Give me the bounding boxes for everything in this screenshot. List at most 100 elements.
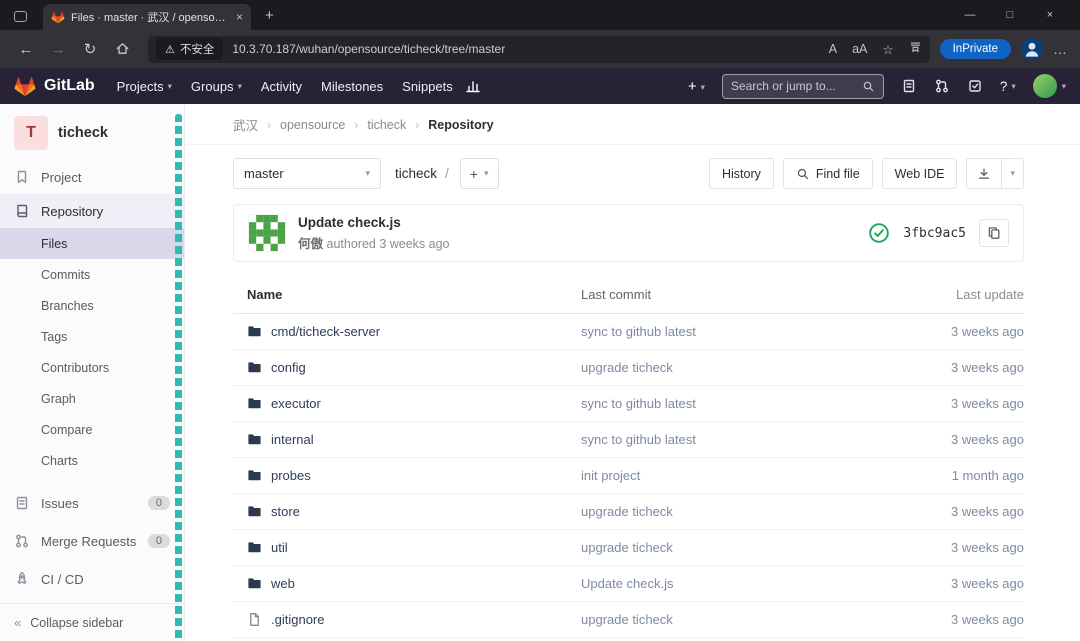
file-name-link[interactable]: cmd/ticheck-server	[271, 324, 380, 339]
commit-author-link[interactable]: 何傲	[298, 237, 323, 251]
add-favorite-icon[interactable]: ☆	[882, 42, 893, 57]
breadcrumb-item[interactable]: 武汉	[233, 115, 258, 134]
sidebar-item-project[interactable]: Project	[0, 160, 184, 194]
file-name-link[interactable]: probes	[271, 468, 311, 483]
file-name-link[interactable]: util	[271, 540, 288, 555]
sidebar-subitem-compare[interactable]: Compare	[0, 414, 184, 445]
file-name-link[interactable]: store	[271, 504, 300, 519]
browser-titlebar: Files · master · 武汉 / opensourc... × + —…	[0, 0, 1080, 30]
sidebar-item-merge-requests[interactable]: Merge Requests 0	[0, 522, 184, 560]
last-update-cell: 3 weeks ago	[874, 422, 1024, 458]
commit-message-link[interactable]: sync to github latest	[581, 324, 696, 339]
repository-subnav: FilesCommitsBranchesTagsContributorsGrap…	[0, 228, 184, 476]
sidebar-subitem-charts[interactable]: Charts	[0, 445, 184, 476]
commit-message-link[interactable]: sync to github latest	[581, 432, 696, 447]
chart-nav-icon[interactable]	[465, 78, 481, 94]
rocket-icon	[14, 571, 30, 587]
home-button[interactable]	[106, 41, 138, 58]
commit-sha[interactable]: 3fbc9ac5	[903, 226, 966, 241]
translate-icon[interactable]: aA	[852, 42, 867, 56]
sidebar-scrollbar[interactable]	[175, 114, 182, 641]
sidebar-subitem-commits[interactable]: Commits	[0, 259, 184, 290]
tab-close-icon[interactable]: ×	[236, 10, 243, 24]
nav-link[interactable]: Groups▾	[191, 79, 242, 94]
search-input[interactable]	[731, 79, 856, 93]
file-name-link[interactable]: .gitignore	[271, 612, 324, 627]
project-header[interactable]: T ticheck	[0, 104, 184, 160]
history-button[interactable]: History	[709, 158, 774, 189]
minimize-button[interactable]: —	[950, 9, 990, 21]
last-update-text: 3 weeks ago	[951, 432, 1024, 447]
collapse-sidebar-button[interactable]: « Collapse sidebar	[0, 603, 184, 641]
folder-icon	[247, 324, 262, 339]
commit-message-link[interactable]: upgrade ticheck	[581, 504, 673, 519]
address-bar[interactable]: ⚠ 不安全 10.3.70.187/wuhan/opensource/tiche…	[148, 36, 930, 63]
todos-nav-icon[interactable]	[967, 78, 983, 94]
breadcrumb-item[interactable]: ticheck	[367, 118, 406, 132]
file-name-link[interactable]: internal	[271, 432, 314, 447]
close-button[interactable]: ×	[1030, 9, 1070, 21]
file-name-link[interactable]: config	[271, 360, 306, 375]
forward-button[interactable]: →	[42, 41, 74, 58]
sidebar-item-repository[interactable]: Repository	[0, 194, 184, 228]
collections-icon[interactable]	[909, 41, 922, 57]
gitlab-brand[interactable]: GitLab	[44, 77, 95, 95]
sidebar-item-issues[interactable]: Issues 0	[0, 484, 184, 522]
sidebar-subitem-branches[interactable]: Branches	[0, 290, 184, 321]
new-menu-button[interactable]: + ▾	[688, 78, 705, 95]
add-file-button[interactable]: + ▾	[460, 158, 499, 189]
merge-requests-nav-icon[interactable]	[934, 78, 950, 94]
commit-message-link[interactable]: sync to github latest	[581, 396, 696, 411]
book-icon	[14, 203, 30, 219]
pipeline-status-icon[interactable]	[868, 222, 890, 244]
file-name-cell: cmd/ticheck-server	[233, 314, 581, 350]
browser-tab[interactable]: Files · master · 武汉 / opensourc... ×	[43, 4, 251, 30]
nav-link[interactable]: Snippets	[402, 79, 453, 94]
refresh-button[interactable]: ↻	[74, 40, 106, 58]
commit-message-link[interactable]: Update check.js	[581, 576, 674, 591]
branch-selector[interactable]: master ▾	[233, 158, 381, 189]
browser-profile-avatar[interactable]	[1021, 38, 1043, 60]
folder-icon	[247, 432, 262, 447]
commit-message-link[interactable]: init project	[581, 468, 640, 483]
inprivate-badge[interactable]: InPrivate	[940, 39, 1011, 59]
breadcrumb-item[interactable]: opensource	[280, 118, 345, 132]
back-button[interactable]: ←	[10, 41, 42, 58]
sidebar-nav: Project Repository FilesCommitsBranchesT…	[0, 160, 184, 598]
file-name-link[interactable]: executor	[271, 396, 321, 411]
sidebar-subitem-contributors[interactable]: Contributors	[0, 352, 184, 383]
repo-path: ticheck /	[395, 166, 449, 181]
security-chip[interactable]: ⚠ 不安全	[156, 38, 223, 60]
web-ide-button[interactable]: Web IDE	[882, 158, 958, 189]
commit-message-link[interactable]: upgrade ticheck	[581, 612, 673, 627]
commit-title-link[interactable]: Update check.js	[298, 215, 450, 230]
download-options-button[interactable]: ▾	[1002, 158, 1024, 189]
find-file-button[interactable]: Find file	[783, 158, 873, 189]
path-project[interactable]: ticheck	[395, 166, 437, 181]
sidebar-subitem-tags[interactable]: Tags	[0, 321, 184, 352]
commit-message-link[interactable]: upgrade ticheck	[581, 540, 673, 555]
commit-author-avatar[interactable]	[248, 214, 286, 252]
nav-link[interactable]: Activity	[261, 79, 302, 94]
file-name-cell: probes	[233, 458, 581, 494]
browser-menu-icon[interactable]: …	[1053, 41, 1068, 57]
nav-link[interactable]: Projects▾	[117, 79, 172, 94]
help-menu-button[interactable]: ? ▾	[1000, 79, 1016, 94]
issues-nav-icon[interactable]	[901, 78, 917, 94]
table-row: util upgrade ticheck 3 weeks ago	[233, 530, 1024, 566]
commit-message-link[interactable]: upgrade ticheck	[581, 360, 673, 375]
new-tab-button[interactable]: +	[265, 7, 274, 24]
sidebar-subitem-files[interactable]: Files	[0, 228, 184, 259]
copy-sha-button[interactable]	[979, 219, 1009, 247]
sidebar-subitem-graph[interactable]: Graph	[0, 383, 184, 414]
user-menu-button[interactable]: ▾	[1033, 74, 1066, 98]
nav-link[interactable]: Milestones	[321, 79, 383, 94]
read-aloud-icon[interactable]: A	[829, 42, 837, 56]
sidebar-item-cicd[interactable]: CI / CD	[0, 560, 184, 598]
gitlab-favicon-icon	[51, 11, 65, 24]
gitlab-logo-icon[interactable]	[14, 76, 36, 97]
file-name-link[interactable]: web	[271, 576, 295, 591]
maximize-button[interactable]: □	[990, 9, 1030, 21]
tab-search-icon[interactable]	[14, 11, 27, 22]
download-button[interactable]	[966, 158, 1002, 189]
